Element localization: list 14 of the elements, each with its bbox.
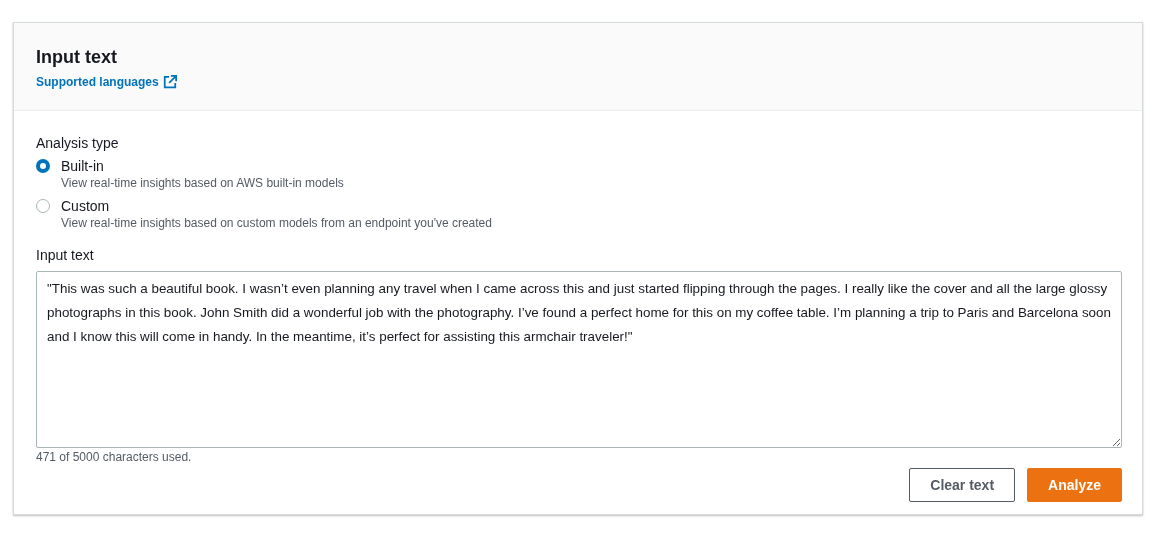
radio-label[interactable]: Custom: [61, 197, 110, 215]
radio-description: View real-time insights based on AWS built-in models: [61, 175, 344, 191]
field-label: Input text: [36, 246, 94, 265]
external-link-icon: [162, 75, 177, 89]
field-label: Analysis type: [36, 134, 119, 153]
radio-description: View real-time insights based on custom models from an endpoint you've created: [61, 215, 492, 231]
character-counter: 471 of 5000 characters used.: [36, 449, 192, 466]
supported-languages-link[interactable]: Supported languages: [36, 73, 177, 91]
radio-button[interactable]: [36, 199, 50, 213]
radio-button[interactable]: [36, 159, 50, 173]
radio-label[interactable]: Built-in: [61, 157, 104, 175]
panel-title: Input text: [36, 46, 117, 69]
input-text-field[interactable]: "This was such a beautiful book. I wasn’t even planning any travel when I came across this and just started flipping through the pages. I really like the cover and all the large glossy photographs in this book. John Smith did a wonderful job with the photography. I’ve found a perfect home for this on my coffee table. I’m planning a trip to Paris and Barcelona soon and I know this will come in handy. In the meantime, it’s perfect for assisting this armchair traveler!": [36, 271, 1122, 448]
clear-text-button[interactable]: Clear text: [909, 468, 1016, 502]
